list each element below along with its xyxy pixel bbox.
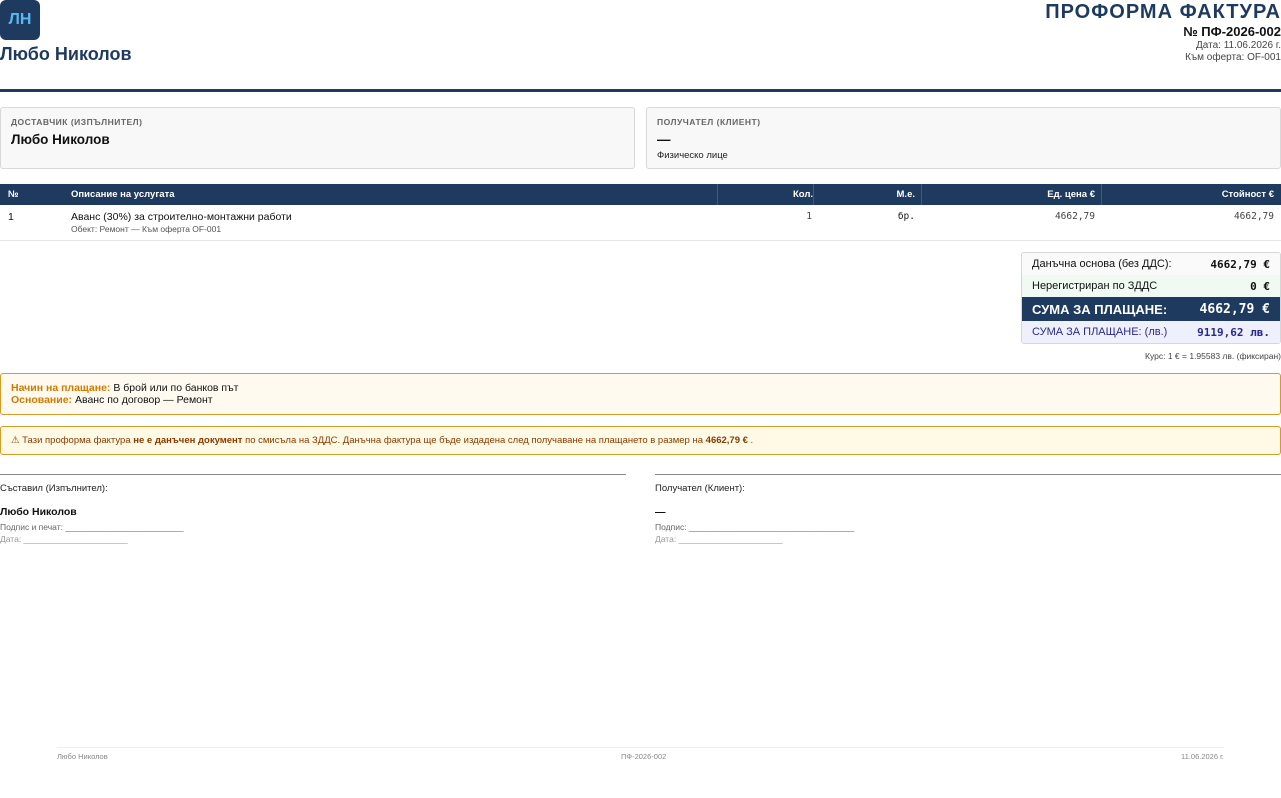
- recipient-name: —: [657, 132, 671, 147]
- offer-reference: Към оферта: OF-001: [1185, 52, 1281, 63]
- footer-company: Любо Николов: [57, 752, 108, 761]
- total-bgn-label: СУМА ЗА ПЛАЩАНЕ: (лв.): [1032, 326, 1168, 338]
- recipient-type: Физическо лице: [657, 150, 728, 161]
- footer-date: 11.06.2026 г.: [1181, 752, 1224, 761]
- total-value: 4662,79 €: [1199, 301, 1270, 317]
- recipient-label: ПОЛУЧАТЕЛ (КЛИЕНТ): [657, 117, 761, 127]
- supplier-label: ДОСТАВЧИК (ИЗПЪЛНИТЕЛ): [11, 117, 143, 127]
- tax-notice: ⚠ Тази проформа фактура не е данъчен док…: [0, 426, 1281, 455]
- supplier-box: ДОСТАВЧИК (ИЗПЪЛНИТЕЛ) Любо Николов: [0, 107, 635, 169]
- notice-bold-1: не е данъчен документ: [133, 435, 243, 446]
- total-row: СУМА ЗА ПЛАЩАНЕ: 4662,79 €: [1022, 297, 1280, 321]
- payment-method: Начин на плащане: В брой или по банков п…: [11, 382, 1270, 394]
- total-label: СУМА ЗА ПЛАЩАНЕ:: [1032, 301, 1168, 317]
- warning-icon: ⚠: [11, 435, 20, 446]
- row-number: 1: [8, 211, 14, 223]
- document-date: Дата: 11.06.2026 г.: [1196, 40, 1281, 51]
- issuer-signature-field: Подпис и печат: ________________________…: [0, 522, 184, 532]
- notice-text-2: по смисъла на ЗДДС. Данъчна фактура ще б…: [242, 435, 706, 446]
- col-number: №: [8, 189, 19, 200]
- supplier-name: Любо Николов: [11, 132, 110, 147]
- page-footer: Любо Николов ПФ-2026-002 11.06.2026 г.: [57, 747, 1224, 761]
- table-header: № Описание на услугата Кол. М.е. Ед. цен…: [0, 184, 1281, 205]
- totals-box: Данъчна основа (без ДДС): 4662,79 € Нере…: [1021, 252, 1281, 344]
- payment-basis: Основание: Аванс по договор — Ремонт: [11, 394, 1270, 406]
- signature-line: [0, 474, 626, 475]
- payment-basis-value: Аванс по договор — Ремонт: [72, 394, 213, 406]
- recipient-sig-name: —: [655, 506, 666, 518]
- col-unit-price: Ед. цена €: [921, 184, 1095, 205]
- row-unit-price: 4662,79: [1054, 211, 1095, 222]
- exchange-rate-note: Курс: 1 € = 1.95583 лв. (фиксиран): [1145, 351, 1281, 361]
- tax-base-row: Данъчна основа (без ДДС): 4662,79 €: [1022, 253, 1280, 275]
- total-bgn-row: СУМА ЗА ПЛАЩАНЕ: (лв.) 9119,62 лв.: [1022, 321, 1280, 343]
- vat-status-value: 0 €: [1250, 279, 1270, 293]
- document-number: № ПФ-2026-002: [1183, 24, 1281, 39]
- vat-status-row: Нерегистриран по ЗДДС 0 €: [1022, 275, 1280, 297]
- recipient-date-field: Дата: ______________________: [655, 534, 783, 544]
- tax-base-label: Данъчна основа (без ДДС):: [1032, 258, 1172, 270]
- payment-basis-label: Основание:: [11, 394, 73, 406]
- total-bgn-value: 9119,62 лв.: [1197, 325, 1270, 339]
- col-description: Описание на услугата: [71, 189, 175, 200]
- services-table: № Описание на услугата Кол. М.е. Ед. цен…: [0, 184, 1281, 241]
- row-description: Аванс (30%) за строително-монтажни работ…: [71, 211, 292, 223]
- footer-doc-number: ПФ-2026-002: [621, 752, 667, 761]
- signature-line: [655, 474, 1281, 475]
- notice-text-3: .: [747, 435, 754, 446]
- company-logo: ЛН: [0, 0, 40, 40]
- payment-method-label: Начин на плащане:: [11, 382, 111, 394]
- signature-issuer: Съставил (Изпълнител): Любо Николов Подп…: [0, 474, 626, 544]
- tax-base-value: 4662,79 €: [1210, 257, 1270, 271]
- header-divider: [0, 89, 1281, 92]
- col-qty: Кол.: [717, 184, 813, 205]
- row-unit: бр.: [897, 211, 915, 222]
- table-row: 1 Аванс (30%) за строително-монтажни раб…: [0, 205, 1281, 241]
- issuer-name: Любо Николов: [0, 506, 77, 518]
- notice-text-1: Тази проформа фактура: [19, 435, 134, 446]
- row-qty: 1: [806, 211, 812, 222]
- issuer-label: Съставил (Изпълнител):: [0, 483, 108, 494]
- company-name: Любо Николов: [0, 44, 132, 64]
- payment-box: Начин на плащане: В брой или по банков п…: [0, 373, 1281, 415]
- notice-amount: 4662,79 €: [705, 435, 748, 446]
- signature-recipient: Получател (Клиент): — Подпис: __________…: [655, 474, 1281, 544]
- document-title: ПРОФОРМА ФАКТУРА: [1045, 1, 1281, 23]
- recipient-sig-label: Получател (Клиент):: [655, 483, 745, 494]
- payment-method-value: В брой или по банков път: [110, 382, 239, 394]
- issuer-date-field: Дата: ______________________: [0, 534, 128, 544]
- col-amount: Стойност €: [1101, 184, 1274, 205]
- row-subtitle: Обект: Ремонт — Към оферта OF-001: [71, 224, 222, 234]
- document-header: ЛН Любо Николов ПРОФОРМА ФАКТУРА № ПФ-20…: [0, 0, 1281, 92]
- col-unit: М.е.: [813, 184, 915, 205]
- recipient-box: ПОЛУЧАТЕЛ (КЛИЕНТ) — Физическо лице: [646, 107, 1281, 169]
- row-amount: 4662,79: [1233, 211, 1274, 222]
- vat-status-label: Нерегистриран по ЗДДС: [1032, 280, 1158, 292]
- recipient-signature-field: Подпис: ________________________________…: [655, 522, 855, 532]
